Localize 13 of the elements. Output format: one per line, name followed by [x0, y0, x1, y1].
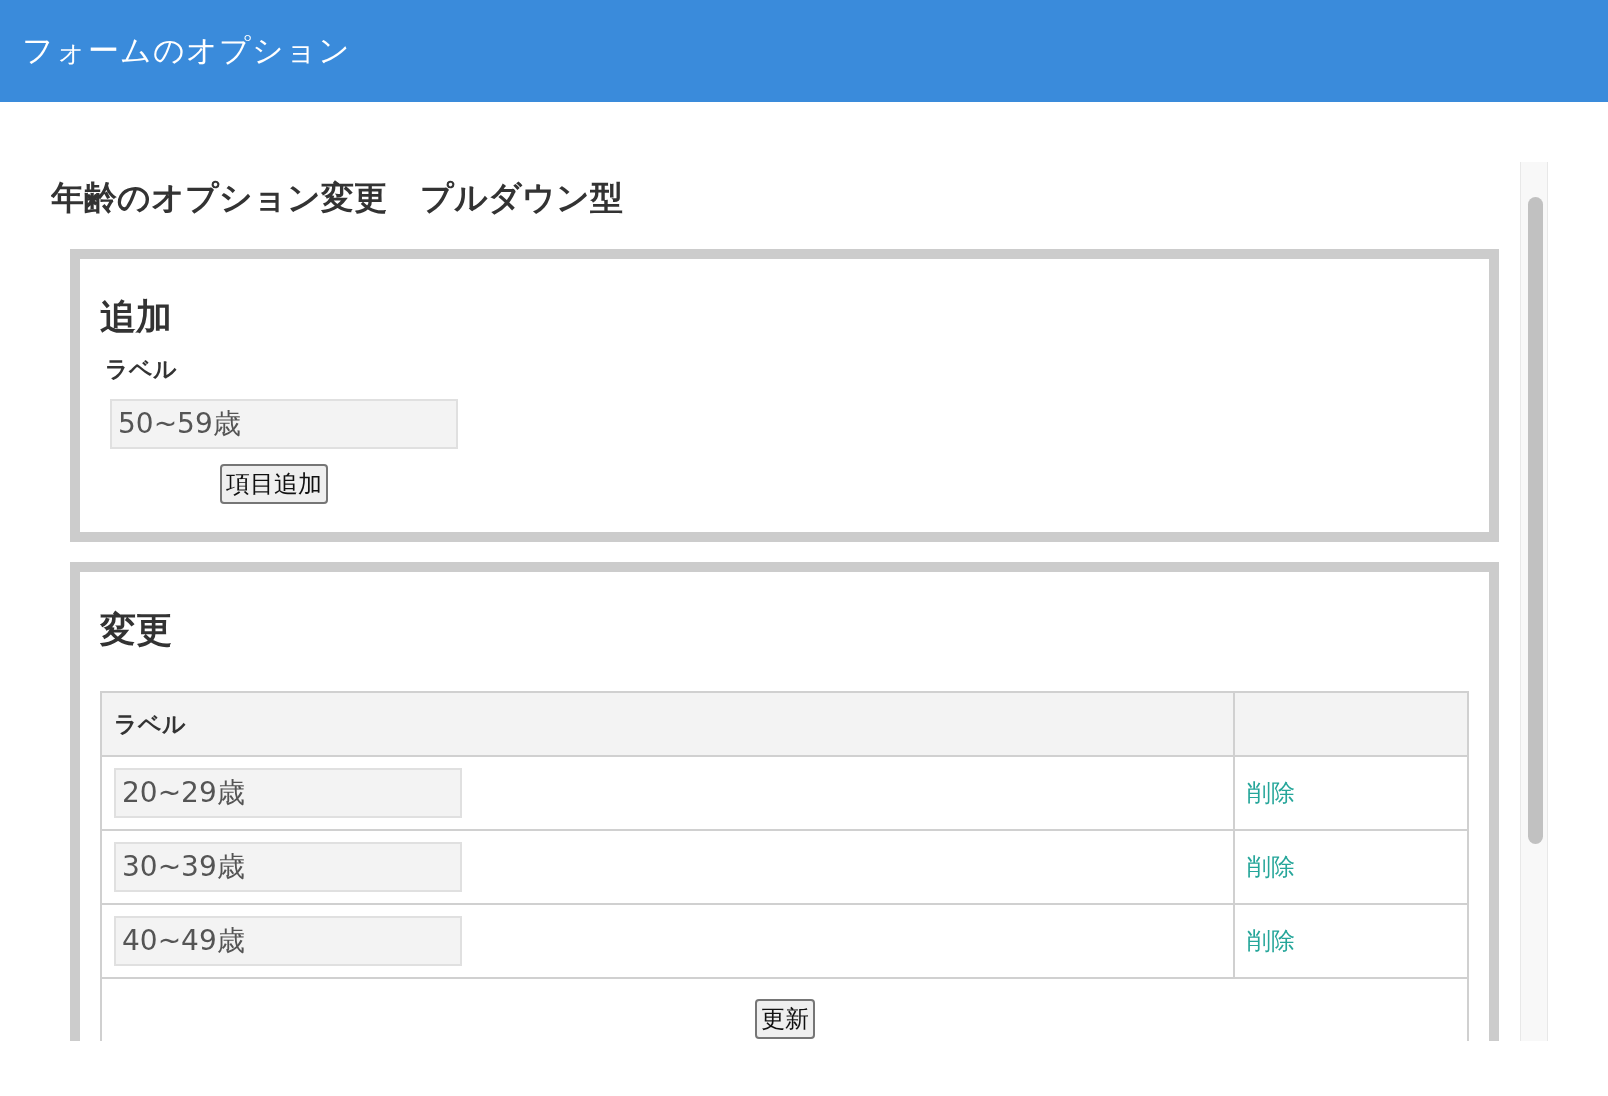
input-field[interactable]: 30~39歳	[114, 842, 462, 892]
input-field[interactable]: 40~49歳	[114, 916, 462, 966]
section-title: 追加	[100, 295, 173, 339]
input-field[interactable]: 20~29歳	[114, 768, 462, 818]
scrollbar[interactable]	[1520, 162, 1548, 1041]
column-header: ラベル	[101, 692, 1234, 756]
add-item-button[interactable]: 項目追加	[220, 464, 328, 504]
section-title: 変更	[100, 608, 173, 652]
input-field[interactable]: 50~59歳	[110, 399, 458, 449]
app-title: フォームのオプション	[22, 31, 351, 70]
field-label: ラベル	[105, 355, 177, 384]
scrollbar-thumb[interactable]	[1528, 197, 1543, 844]
update-button[interactable]: 更新	[754, 999, 815, 1039]
